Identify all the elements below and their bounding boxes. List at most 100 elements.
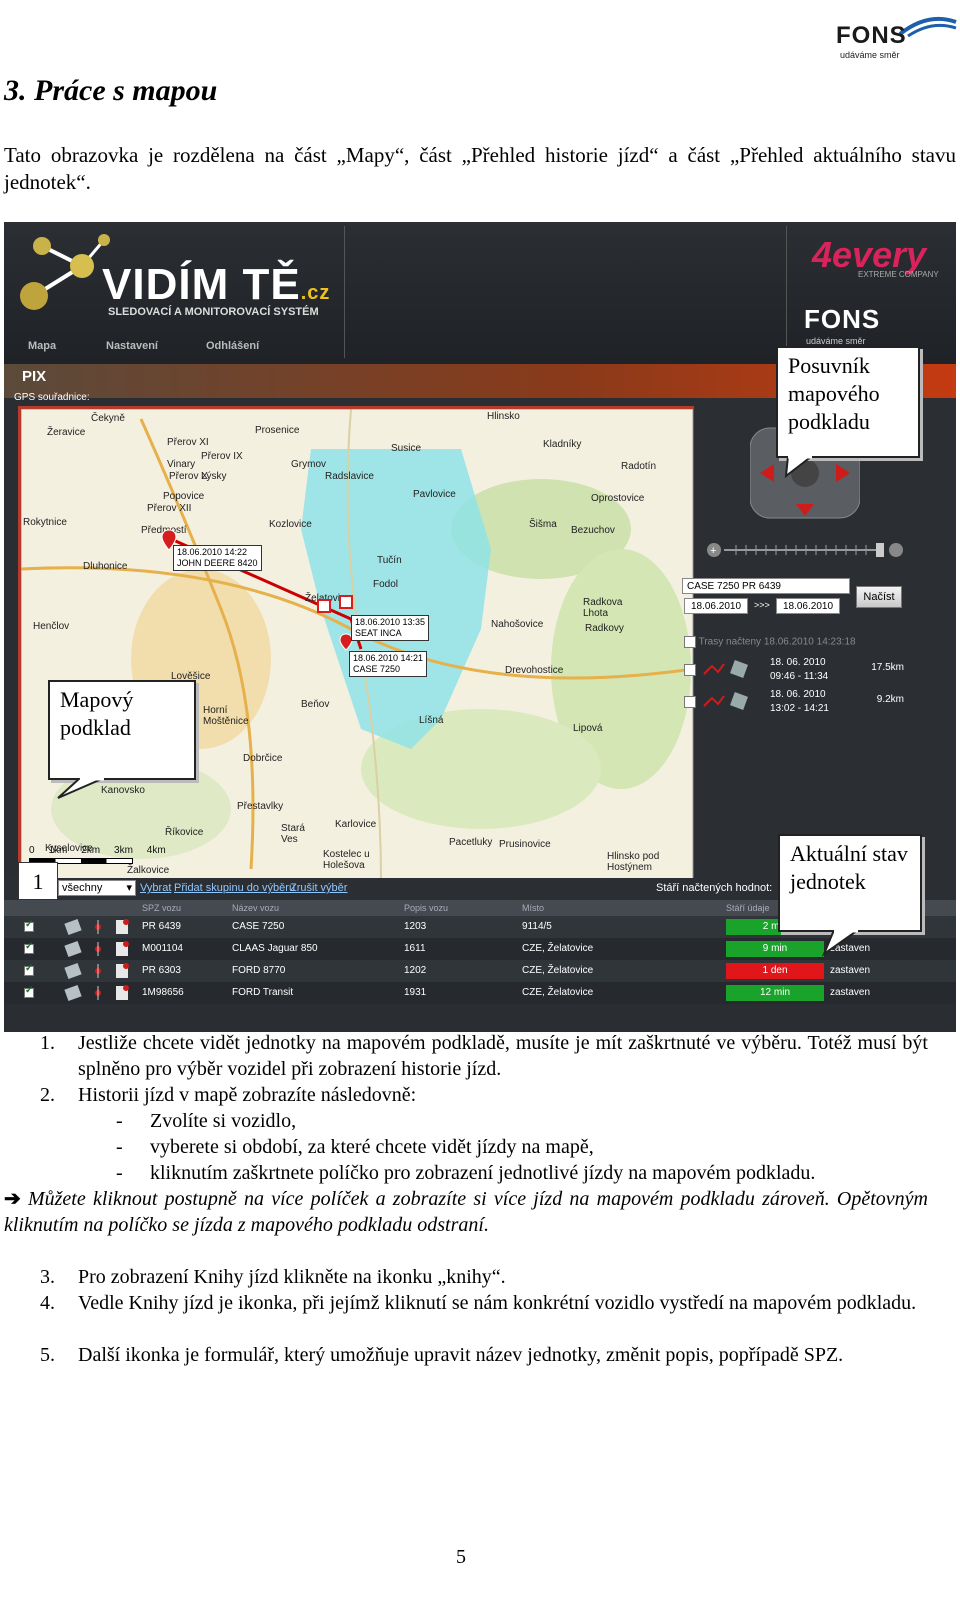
row-checkbox[interactable] — [24, 941, 34, 954]
map-place: Horní Moštěnice — [203, 705, 249, 727]
instruction-item-2: Historii jízd v mapě zobrazíte následovn… — [78, 1084, 417, 1106]
cell-desc: 1611 — [404, 943, 426, 954]
trip-distance: 9.2km — [876, 694, 904, 705]
map-place: Radotín — [621, 461, 657, 472]
map-place: Lýsky — [201, 471, 227, 482]
trip-row[interactable]: 18. 06. 2010 13:02 - 14:21 9.2km — [682, 686, 908, 718]
status-badge: 1 den — [726, 963, 824, 979]
status-badge: 12 min — [726, 985, 824, 1001]
map-place: Kozlovice — [269, 519, 312, 530]
header-divider — [786, 226, 787, 358]
item-number: 1. — [40, 1032, 55, 1054]
cell-spz: PR 6439 — [142, 921, 181, 932]
cell-state: zastaven — [830, 987, 871, 998]
trips-loaded-status: Trasy načteny 18.06.2010 14:23:18 — [684, 636, 856, 648]
trip-checkbox[interactable] — [684, 664, 696, 676]
popup-vehicle: SEAT INCA — [355, 628, 402, 638]
callout-map: Mapový podklad — [48, 680, 196, 780]
clear-selection-link[interactable]: Zrušit výběr — [290, 882, 347, 894]
status-badge: 9 min — [726, 941, 824, 957]
staleness-label: Stáří načtených hodnot: — [656, 882, 773, 894]
select-all-trips-checkbox[interactable] — [684, 636, 696, 648]
brand-subtitle: SLEDOVACÍ A MONITOROVACÍ SYSTÉM — [108, 306, 319, 318]
map-popup: 18.06.2010 14:22 JOHN DEERE 8420 — [173, 545, 262, 571]
center-map-icon — [95, 964, 101, 978]
form-icon — [116, 985, 129, 1000]
trip-time: 18. 06. 2010 13:02 - 14:21 — [770, 688, 829, 716]
date-to-input[interactable]: 18.06.2010 — [776, 598, 840, 614]
fons-app-logo: FONS — [804, 304, 881, 334]
fons-app-slogan: udáváme směr — [806, 336, 866, 346]
map-place: Kostelec u Holešova — [323, 849, 370, 871]
cell-name: FORD Transit — [232, 987, 294, 998]
item-number: 4. — [40, 1292, 55, 1314]
map-place: Bezuchov — [571, 525, 615, 536]
cell-desc: 1931 — [404, 987, 427, 998]
map-canvas[interactable]: Čekyně Žeravice Prosenice Přerov XI Vina… — [18, 406, 696, 884]
cell-place: CZE, Želatovice — [522, 987, 594, 998]
map-place: Prusinovice — [499, 839, 551, 850]
map-place: Dluhonice — [83, 561, 128, 572]
group-filter-value: všechny — [62, 882, 103, 894]
map-place: Prosenice — [255, 425, 300, 436]
center-map-icon — [95, 920, 101, 934]
popup-vehicle: JOHN DEERE 8420 — [177, 558, 258, 568]
map-place: Karlovice — [335, 819, 377, 830]
cell-state: zastaven — [830, 965, 871, 976]
map-place: Dobrčice — [243, 753, 283, 764]
col-desc: Popis vozu — [404, 903, 449, 913]
col-spz: SPZ vozu — [142, 903, 182, 913]
form-icon — [116, 963, 129, 978]
cell-spz: M001104 — [142, 943, 183, 954]
row-checkbox[interactable] — [24, 963, 34, 976]
map-place: Žalkovice — [127, 865, 170, 876]
form-icon — [116, 919, 129, 934]
map-place: Pavlovice — [413, 489, 456, 500]
map-place: Radslavice — [325, 471, 374, 482]
zoom-slider-icon[interactable]: + — [706, 542, 906, 558]
instruction-item-1: Jestliže chcete vidět jednotky na mapové… — [78, 1032, 928, 1080]
map-place: Fodol — [373, 579, 399, 590]
row-action-icons — [64, 940, 129, 958]
map-place: Hlinsko — [487, 411, 520, 422]
vehicle-marker-icon[interactable] — [317, 599, 331, 613]
cell-place: 9114/5 — [522, 921, 552, 932]
nav-odhlaseni[interactable]: Odhlášení — [206, 340, 259, 352]
group-filter-select[interactable]: všechny ▾ — [58, 880, 136, 896]
book-icon — [64, 962, 82, 980]
select-link[interactable]: Vybrat — [140, 882, 171, 894]
nav-mapa[interactable]: Mapa — [28, 340, 56, 352]
map-popup: 18.06.2010 14:21 CASE 7250 — [349, 651, 428, 677]
add-group-link[interactable]: Přidat skupinu do výběru — [174, 882, 295, 894]
map-place: Vinary — [167, 459, 196, 470]
map-place: Henčlov — [33, 621, 70, 632]
trip-interval: 09:46 - 11:34 — [770, 671, 829, 682]
load-button[interactable]: Načíst — [856, 586, 902, 608]
row-action-icons — [64, 918, 129, 936]
row-checkbox[interactable] — [24, 985, 34, 998]
cell-desc: 1203 — [404, 921, 427, 932]
map-place: Říkovice — [165, 827, 204, 838]
map-place: Nahošovice — [491, 619, 544, 630]
trip-row[interactable]: 18. 06. 2010 09:46 - 11:34 17.5km — [682, 654, 908, 686]
row-checkbox[interactable] — [24, 919, 34, 932]
map-place: Pacetluky — [449, 837, 493, 848]
note-text: Můžete kliknout postupně na více políček… — [4, 1188, 928, 1236]
map-place: Radkovy — [585, 623, 624, 634]
vehicle-marker-icon[interactable] — [339, 595, 353, 609]
map-place: Drevohostice — [505, 665, 564, 676]
table-row[interactable]: PR 6303 FORD 8770 1202 CZE, Želatovice 1… — [4, 960, 956, 982]
instruction-sub-2: vyberete si období, za které chcete vidě… — [150, 1136, 594, 1158]
table-row[interactable]: M001104 CLAAS Jaguar 850 1611 CZE, Želat… — [4, 938, 956, 960]
instruction-item-4: Vedle Knihy jízd je ikonka, při jejímž k… — [78, 1292, 917, 1314]
map-place: Kladníky — [543, 439, 582, 450]
date-from-input[interactable]: 18.06.2010 — [684, 598, 748, 614]
map-place: Čekyně — [91, 413, 125, 424]
table-row[interactable]: 1M98656 FORD Transit 1931 CZE, Želatovic… — [4, 982, 956, 1004]
book-icon — [64, 984, 82, 1002]
trip-route-icon — [703, 692, 748, 710]
vehicle-select[interactable]: CASE 7250 PR 6439 — [682, 578, 850, 594]
callout-pointer-icon — [57, 778, 105, 799]
trip-checkbox[interactable] — [684, 696, 696, 708]
nav-nastaveni[interactable]: Nastavení — [106, 340, 158, 352]
